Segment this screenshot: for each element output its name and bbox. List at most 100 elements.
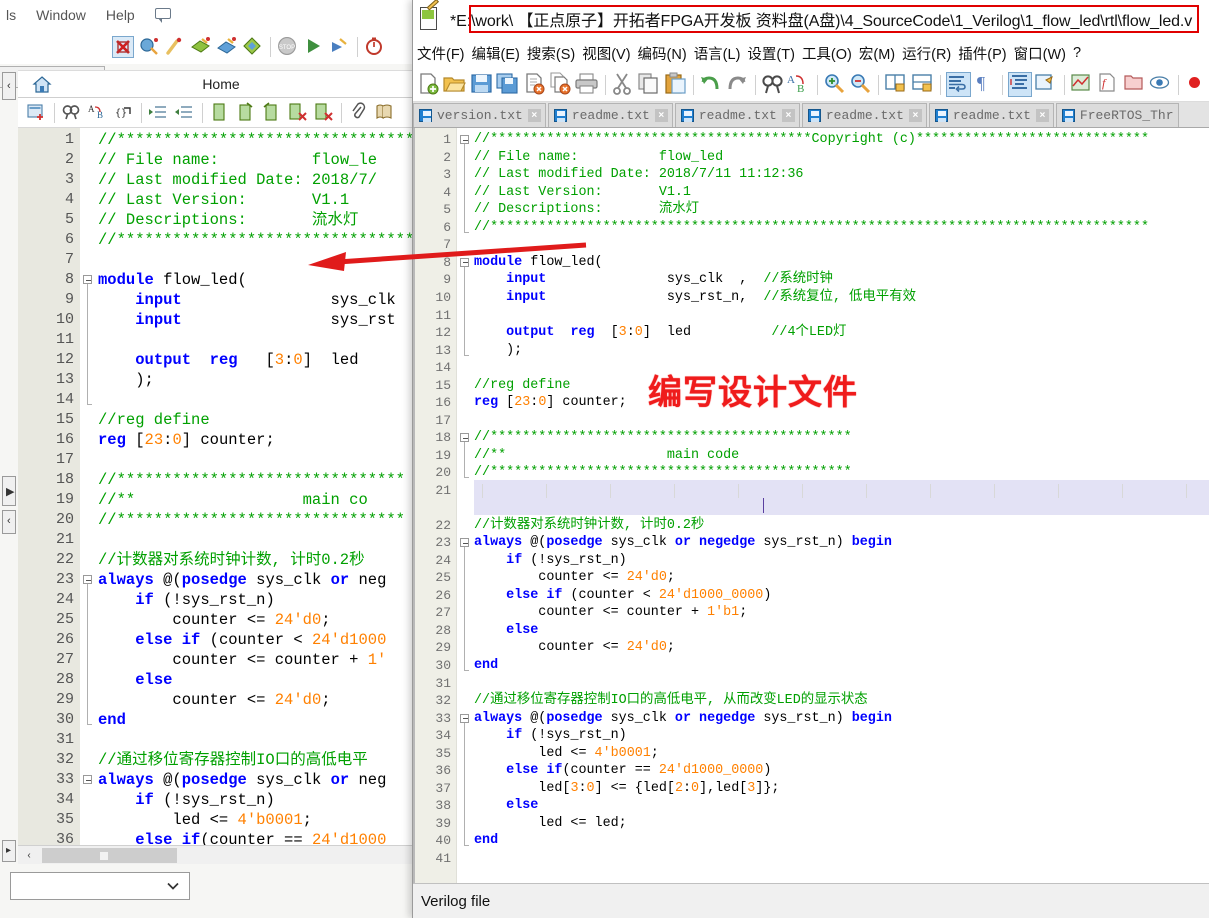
bg-menu-ls[interactable]: ls [6, 7, 16, 23]
script-icon[interactable] [374, 102, 396, 124]
tab-close-icon[interactable]: × [654, 109, 668, 122]
fold-toggle-icon[interactable] [460, 257, 469, 267]
scrollbar-thumb[interactable] [42, 848, 177, 863]
folder-as-workspace-icon[interactable] [1123, 72, 1147, 97]
editor-tab[interactable]: version.txt × [413, 103, 546, 127]
editor-tab[interactable]: readme.txt × [674, 103, 800, 127]
insert-template-icon[interactable] [26, 102, 48, 124]
fold-toggle-icon[interactable] [460, 135, 469, 144]
record-macro-icon[interactable] [1184, 72, 1208, 97]
bg-horizontal-scrollbar[interactable]: ‹ [18, 845, 418, 864]
stop-compile-icon[interactable] [112, 36, 134, 58]
menu-macro[interactable]: 宏(M) [859, 43, 895, 64]
bg-menu-help[interactable]: Help [106, 7, 135, 23]
tab-close-icon[interactable]: × [1035, 109, 1049, 122]
timing-icon[interactable] [364, 36, 386, 58]
bg-code-editor[interactable]: 1 2 3 4 5 6 7 8 9 10 11 12 13 14 15 16 17 18 19 20 21 22 23 24 2… [18, 128, 423, 856]
fold-toggle-icon[interactable] [83, 575, 92, 584]
menu-view[interactable]: 视图(V) [582, 43, 630, 64]
new-file-icon[interactable] [417, 72, 441, 97]
speech-bubble-icon[interactable] [154, 8, 173, 23]
menu-plugins[interactable]: 插件(P) [958, 43, 1006, 64]
stop-icon[interactable]: STOP [277, 36, 299, 58]
menu-edit[interactable]: 编辑(E) [472, 43, 520, 64]
compile-all-icon[interactable] [216, 36, 238, 58]
menu-window[interactable]: 窗口(W) [1014, 43, 1066, 64]
copy-icon[interactable] [637, 72, 661, 97]
fold-toggle-icon[interactable] [460, 538, 469, 548]
open-file-icon[interactable] [443, 72, 467, 97]
assignments-icon[interactable] [242, 36, 264, 58]
sync-vertical-icon[interactable] [884, 72, 908, 97]
paste-icon[interactable] [664, 72, 688, 97]
analysis-synthesis-icon[interactable] [138, 36, 160, 58]
fold-toggle-icon[interactable] [460, 713, 469, 723]
scroll-left-icon[interactable]: ‹ [20, 848, 38, 863]
replace-icon[interactable]: AB [787, 72, 811, 97]
bg-left-splitter-mid-b[interactable]: ‹ [2, 510, 16, 534]
menu-file[interactable]: 文件(F) [417, 43, 465, 64]
start-compilation-icon[interactable] [329, 36, 351, 58]
editor-tab[interactable]: FreeRTOS_Thr [1055, 103, 1179, 127]
attach-icon[interactable] [348, 101, 370, 124]
redo-icon[interactable] [725, 72, 749, 97]
editor-tab[interactable]: readme.txt × [547, 103, 673, 127]
pin-icon[interactable] [164, 36, 186, 58]
editor-tab[interactable]: readme.txt × [801, 103, 927, 127]
zoom-in-icon[interactable] [823, 72, 847, 97]
tab-close-icon[interactable]: × [527, 109, 541, 122]
remove-comment-icon[interactable] [287, 102, 309, 124]
comment-icon[interactable] [209, 102, 231, 124]
bg-fold-column[interactable] [80, 128, 98, 856]
indent-guide-icon[interactable] [1007, 72, 1033, 97]
editor-tab[interactable]: readme.txt × [928, 103, 1054, 127]
close-all-icon[interactable] [549, 72, 573, 97]
decrease-indent-icon[interactable] [174, 102, 196, 124]
undo-icon[interactable] [699, 72, 723, 97]
menu-search[interactable]: 搜索(S) [527, 43, 575, 64]
npp-code-lines[interactable]: //**************************************… [474, 128, 1209, 883]
save-all-icon[interactable] [496, 72, 520, 97]
find-icon[interactable] [61, 102, 83, 124]
bg-home-tab[interactable]: Home [18, 70, 423, 98]
fold-toggle-icon[interactable] [83, 275, 92, 284]
increase-indent-icon[interactable] [148, 102, 170, 124]
bg-code-lines[interactable]: //********************************* // Fi… [98, 128, 423, 856]
show-all-chars-icon[interactable]: ¶ [973, 72, 997, 97]
tab-close-icon[interactable]: × [781, 109, 795, 122]
compile-icon[interactable] [190, 36, 212, 58]
npp-code-editor[interactable]: 1 2 3 4 5 6 7 8 9 10 11 12 13 14 15 16 17 18 19 20 21 22 23 24 2… [413, 128, 1209, 883]
monitoring-icon[interactable] [1149, 72, 1173, 97]
menu-tools[interactable]: 工具(O) [802, 43, 852, 64]
close-file-icon[interactable] [523, 72, 547, 97]
bg-left-splitter-top[interactable]: ‹ [2, 72, 16, 100]
goto-icon[interactable]: {} [113, 102, 135, 124]
tab-close-icon[interactable]: × [908, 109, 922, 122]
npp-tab-bar[interactable]: version.txt × readme.txt × readme.txt × readme… [413, 102, 1209, 128]
word-wrap-icon[interactable] [946, 72, 971, 97]
menu-encoding[interactable]: 编码(N) [638, 43, 687, 64]
menu-language[interactable]: 语言(L) [694, 43, 741, 64]
uncomment-icon[interactable] [235, 101, 257, 124]
user-defined-dialog-icon[interactable] [1034, 72, 1058, 97]
sync-horizontal-icon[interactable] [911, 72, 935, 97]
menu-run[interactable]: 运行(R) [902, 43, 951, 64]
remove-block-comment-icon[interactable] [313, 102, 335, 124]
bg-menu-window[interactable]: Window [36, 7, 86, 23]
start-icon[interactable] [303, 36, 325, 58]
block-comment-icon[interactable] [261, 101, 283, 124]
bg-left-splitter-bottom[interactable]: ▸ [2, 840, 16, 862]
document-map-icon[interactable] [1070, 72, 1094, 97]
save-icon[interactable] [470, 72, 494, 97]
fold-toggle-icon[interactable] [83, 775, 92, 784]
function-list-icon[interactable]: f [1096, 72, 1120, 97]
fold-toggle-icon[interactable] [460, 433, 469, 443]
cut-icon[interactable] [611, 72, 635, 97]
npp-fold-column[interactable] [458, 128, 474, 883]
zoom-out-icon[interactable] [849, 72, 873, 97]
bg-bottom-combo[interactable] [10, 872, 190, 900]
find-icon[interactable] [761, 72, 785, 97]
menu-settings[interactable]: 设置(T) [747, 43, 795, 64]
menu-help[interactable]: ? [1073, 45, 1081, 61]
print-icon[interactable] [575, 72, 599, 97]
